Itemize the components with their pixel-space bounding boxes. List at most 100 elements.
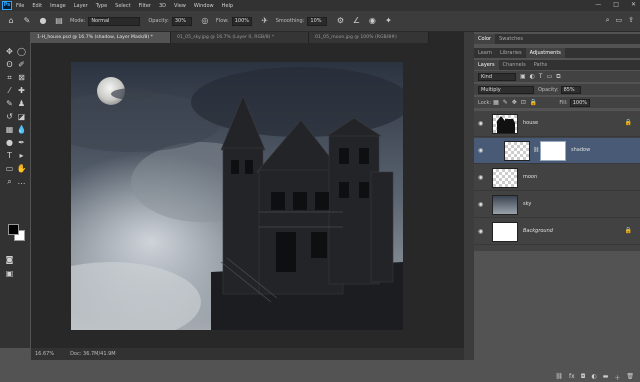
lock-paint-icon[interactable]: ✎	[503, 99, 508, 106]
angle-icon[interactable]: ∠	[351, 16, 361, 26]
menu-edit[interactable]: Edit	[32, 3, 42, 9]
symmetry-icon[interactable]: ✦	[383, 16, 393, 26]
layer-opacity-field[interactable]: 85%	[560, 85, 581, 94]
hand-tool-icon[interactable]: ✋	[16, 163, 27, 174]
document-canvas[interactable]	[71, 62, 403, 330]
pressure-opacity-icon[interactable]: ◎	[200, 16, 210, 26]
brush-settings-icon[interactable]: ▤	[54, 16, 64, 26]
menu-window[interactable]: Window	[194, 3, 214, 9]
menu-filter[interactable]: Filter	[139, 3, 151, 9]
menu-image[interactable]: Image	[50, 3, 66, 9]
tab-layers[interactable]: Layers	[474, 60, 499, 70]
tab-moon-jpg[interactable]: 01_05_moon.jpg @ 100% (RGB/8#)	[309, 32, 429, 43]
add-mask-icon[interactable]: ◘	[581, 373, 586, 382]
stamp-tool-icon[interactable]: ♟	[16, 98, 27, 109]
frame-tool-icon[interactable]: ⊠	[16, 72, 27, 83]
tab-learn[interactable]: Learn	[474, 48, 496, 58]
gradient-tool-icon[interactable]: ▦	[4, 124, 15, 135]
type-tool-icon[interactable]: T	[4, 150, 15, 161]
blend-mode-dropdown[interactable]: Multiply	[478, 85, 534, 94]
visibility-eye-icon[interactable]: ◉	[478, 147, 486, 155]
smart-filter-icon[interactable]: ⧉	[556, 73, 560, 81]
visibility-eye-icon[interactable]: ◉	[478, 120, 486, 128]
marquee-tool-icon[interactable]: ◯	[16, 46, 27, 57]
tab-adjustments[interactable]: Adjustments	[525, 48, 565, 58]
link-layers-icon[interactable]: ⛓	[555, 373, 563, 382]
close-button[interactable]: ✕	[631, 1, 636, 8]
layer-sky[interactable]: ◉ sky	[474, 192, 640, 218]
screen-mode-icon[interactable]: ▣	[4, 268, 15, 279]
tab-channels[interactable]: Channels	[499, 60, 530, 70]
healing-tool-icon[interactable]: ✚	[16, 85, 27, 96]
panel-collapse-strip[interactable]	[464, 32, 474, 360]
fx-icon[interactable]: fx	[569, 373, 575, 382]
pen-tool-icon[interactable]: ✒	[16, 137, 27, 148]
flow-field[interactable]: 100%	[231, 16, 252, 26]
quick-mask-icon[interactable]: ◙	[4, 254, 15, 265]
menu-select[interactable]: Select	[115, 3, 130, 9]
tab-swatches[interactable]: Swatches	[495, 34, 527, 44]
eraser-tool-icon[interactable]: ◪	[16, 111, 27, 122]
foreground-color-swatch[interactable]	[8, 224, 19, 235]
mode-dropdown[interactable]: Normal	[88, 16, 141, 26]
tab-libraries[interactable]: Libraries	[496, 48, 526, 58]
zoom-tool-icon[interactable]: ⌕	[4, 176, 15, 187]
menu-help[interactable]: Help	[222, 3, 233, 9]
opacity-field[interactable]: 30%	[171, 16, 192, 26]
maximize-button[interactable]: □	[613, 1, 619, 8]
layer-house[interactable]: ◉ house 🔒	[474, 111, 640, 137]
path-select-tool-icon[interactable]: ▸	[16, 150, 27, 161]
lock-all-icon[interactable]: 🔒	[530, 99, 537, 106]
tab-house-psd[interactable]: 1-H_house.psd @ 16.7% (shadow, Layer Mas…	[31, 32, 171, 43]
lock-artboard-icon[interactable]: ⊡	[521, 99, 526, 106]
visibility-eye-icon[interactable]: ◉	[478, 228, 486, 236]
move-tool-icon[interactable]: ✥	[4, 46, 15, 57]
lasso-tool-icon[interactable]: ʘ	[4, 59, 15, 70]
brush-tool-icon[interactable]: ✎	[4, 98, 15, 109]
airbrush-icon[interactable]: ✈	[260, 16, 270, 26]
tab-color[interactable]: Color	[474, 34, 496, 44]
minimize-button[interactable]: —	[595, 1, 601, 8]
new-group-icon[interactable]: ▬	[603, 373, 609, 382]
workspace-icon[interactable]: ▭	[616, 16, 623, 25]
tab-sky-jpg[interactable]: 01_05_sky.jpg @ 16.7% (Layer 0, RGB/8) *	[171, 32, 309, 43]
kind-filter-dropdown[interactable]: Kind	[478, 72, 516, 81]
menu-type[interactable]: Type	[96, 3, 107, 9]
fill-field[interactable]: 100%	[569, 98, 590, 107]
menu-file[interactable]: File	[16, 3, 24, 9]
mask-link-icon[interactable]: ⛓	[533, 147, 539, 153]
visibility-eye-icon[interactable]: ◉	[478, 201, 486, 209]
layer-moon[interactable]: ◉ moon	[474, 165, 640, 191]
menu-view[interactable]: View	[174, 3, 186, 9]
adjustment-layer-icon[interactable]: ◐	[591, 373, 596, 382]
adjustment-filter-icon[interactable]: ◐	[530, 73, 535, 81]
layer-mask-thumbnail[interactable]	[540, 141, 566, 161]
menu-3d[interactable]: 3D	[159, 3, 166, 9]
shape-tool-icon[interactable]: ▭	[4, 163, 15, 174]
brush-preset-icon[interactable]: ●	[38, 16, 48, 26]
blur-tool-icon[interactable]: 💧	[16, 124, 27, 135]
layer-shadow[interactable]: ◉ ⛓ shadow	[474, 138, 640, 164]
home-icon[interactable]: ⌂	[6, 16, 16, 26]
crop-tool-icon[interactable]: ⌗	[4, 72, 15, 83]
gear-icon[interactable]: ⚙	[335, 16, 345, 26]
tab-paths[interactable]: Paths	[530, 60, 552, 70]
pixel-filter-icon[interactable]: ▣	[520, 73, 526, 81]
layer-background[interactable]: ◉ Background 🔒	[474, 219, 640, 245]
delete-layer-icon[interactable]: 🗑	[626, 373, 634, 382]
smoothing-field[interactable]: 10%	[307, 16, 328, 26]
dodge-tool-icon[interactable]: ●	[4, 137, 15, 148]
history-brush-icon[interactable]: ↺	[4, 111, 15, 122]
menu-layer[interactable]: Layer	[74, 3, 88, 9]
search-icon[interactable]: ⌕	[606, 16, 610, 25]
more-tools-icon[interactable]: …	[16, 176, 27, 187]
share-icon[interactable]: ⇪	[628, 16, 634, 25]
shape-filter-icon[interactable]: ▭	[547, 73, 553, 81]
zoom-level[interactable]: 16.67%	[35, 348, 54, 360]
brush-tool-icon[interactable]: ✎	[22, 16, 32, 26]
lock-position-icon[interactable]: ✥	[512, 99, 517, 106]
pressure-size-icon[interactable]: ◉	[367, 16, 377, 26]
eyedropper-tool-icon[interactable]: ⁄	[4, 85, 15, 96]
new-layer-icon[interactable]: ＋	[614, 373, 620, 382]
quick-select-tool-icon[interactable]: ✐	[16, 59, 27, 70]
